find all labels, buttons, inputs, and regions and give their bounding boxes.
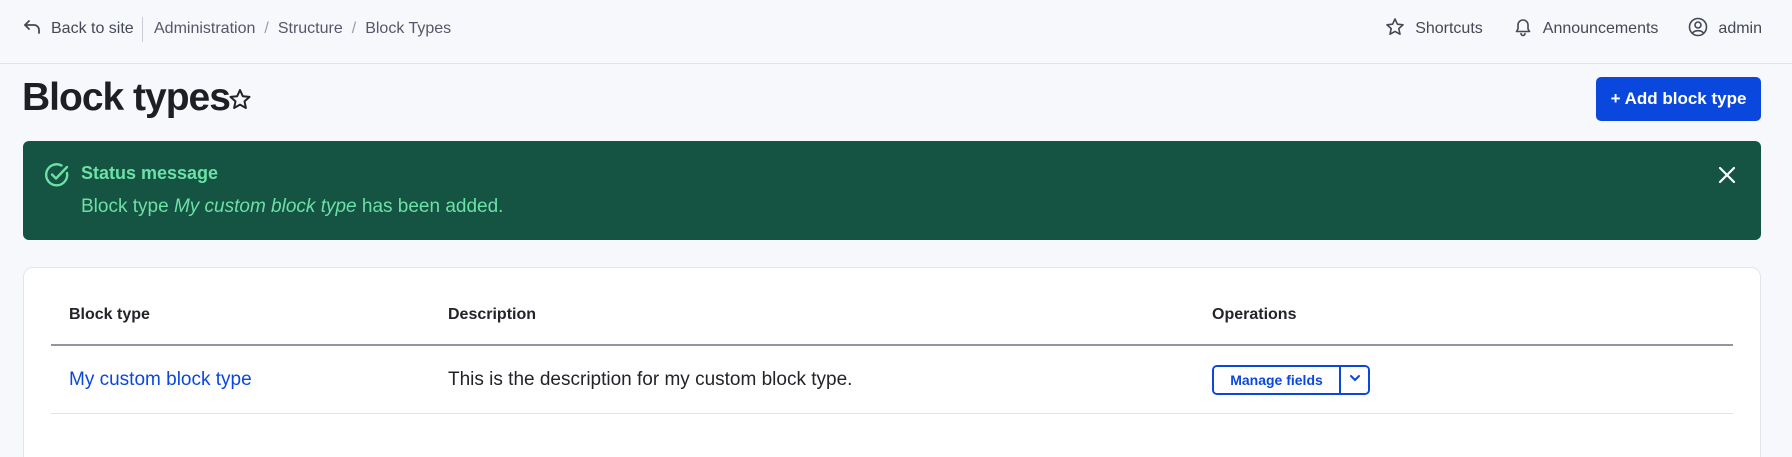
status-title: Status message — [81, 163, 219, 183]
block-type-link[interactable]: My custom block type — [69, 369, 252, 391]
user-menu-button[interactable]: admin — [1688, 17, 1762, 42]
star-icon — [1385, 17, 1405, 42]
toolbar-right: Shortcuts Announcements admin — [1385, 17, 1762, 41]
back-to-site-label: Back to site — [51, 20, 134, 37]
breadcrumb-separator: / — [264, 20, 269, 37]
operations-dropbutton: Manage fields — [1212, 365, 1370, 395]
bell-icon — [1513, 17, 1533, 42]
toolbar-divider — [142, 17, 143, 42]
top-toolbar: Back to site Administration / Structure … — [0, 0, 1792, 64]
announcements-button[interactable]: Announcements — [1513, 17, 1659, 42]
back-to-site-link[interactable]: Back to site — [23, 17, 134, 41]
status-body-emphasis: My custom block type — [173, 196, 357, 217]
header-description: Description — [448, 306, 537, 323]
user-circle-icon — [1688, 17, 1708, 42]
operations-toggle-button[interactable] — [1339, 367, 1368, 393]
status-message: Status message Block type My custom bloc… — [23, 141, 1761, 240]
table-row: My custom block type This is the descrip… — [51, 346, 1733, 414]
status-body: Block type My custom block type has been… — [81, 196, 503, 218]
header-operations: Operations — [1212, 306, 1297, 323]
page-title: Block types — [22, 76, 231, 119]
table-header: Block type Description Operations — [51, 268, 1733, 346]
block-type-description: This is the description for my custom bl… — [448, 369, 853, 390]
block-types-table-card: Block type Description Operations My cus… — [23, 267, 1761, 457]
star-outline-icon[interactable] — [226, 86, 254, 114]
breadcrumb: Administration / Structure / Block Types — [154, 18, 451, 40]
breadcrumb-structure[interactable]: Structure — [278, 20, 343, 38]
announcements-label: Announcements — [1542, 20, 1659, 37]
arrow-back-icon — [23, 18, 41, 41]
check-circle-icon — [43, 161, 71, 189]
breadcrumb-block-types[interactable]: Block Types — [365, 20, 451, 38]
chevron-down-icon — [1348, 369, 1362, 391]
shortcuts-label: Shortcuts — [1415, 20, 1483, 37]
status-body-suffix: has been added. — [356, 196, 504, 217]
user-label: admin — [1718, 20, 1762, 37]
breadcrumb-separator: / — [351, 20, 357, 37]
manage-fields-button[interactable]: Manage fields — [1214, 367, 1339, 393]
status-body-prefix: Block type — [81, 196, 174, 217]
header-block-type: Block type — [69, 306, 150, 323]
add-block-type-button[interactable]: + Add block type — [1596, 77, 1761, 121]
shortcuts-button[interactable]: Shortcuts — [1385, 17, 1483, 42]
close-icon[interactable] — [1715, 163, 1739, 187]
breadcrumb-administration[interactable]: Administration — [154, 20, 255, 38]
